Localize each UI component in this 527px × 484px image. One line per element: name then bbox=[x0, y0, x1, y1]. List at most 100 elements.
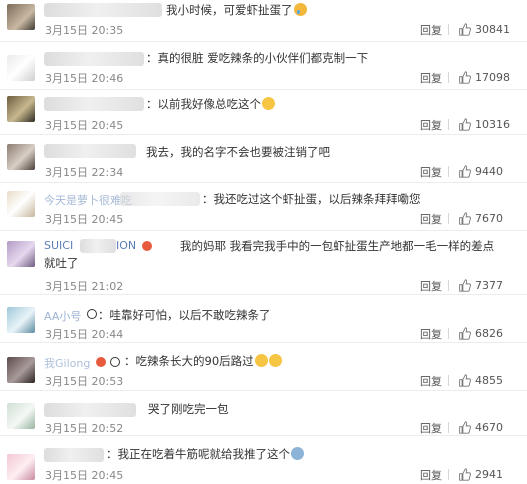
like-count: 7670 bbox=[475, 211, 503, 225]
reply-button[interactable]: 回复 bbox=[420, 467, 442, 483]
like-count: 4670 bbox=[475, 420, 503, 434]
thumbs-up-icon bbox=[459, 22, 471, 36]
comment-item: ：真的很脏 爱吃辣条的小伙伴们都克制一下 3月15日 20:46 回复 1709… bbox=[0, 42, 527, 90]
username[interactable]: AA小号 bbox=[44, 308, 81, 324]
avatar[interactable] bbox=[7, 191, 35, 217]
comment-list: 我小时候，可爱虾扯蛋了 3月15日 20:35 回复 30841 ：真的很脏 爱… bbox=[0, 0, 527, 484]
divider bbox=[448, 280, 449, 291]
thumbs-up-icon bbox=[459, 278, 471, 292]
timestamp: 3月15日 20:46 bbox=[45, 72, 124, 85]
avatar[interactable] bbox=[7, 55, 35, 81]
timestamp: 3月15日 20:44 bbox=[45, 328, 124, 341]
comment-text: ：真的很脏 爱吃辣条的小伙伴们都克制一下 bbox=[146, 51, 369, 65]
divider bbox=[448, 72, 449, 83]
avatar[interactable] bbox=[7, 241, 35, 267]
username-blurred[interactable] bbox=[44, 448, 104, 462]
timestamp: 3月15日 20:45 bbox=[45, 213, 124, 226]
thumbs-up-icon bbox=[459, 70, 471, 84]
like-count: 9440 bbox=[475, 164, 503, 178]
thumbs-up-icon bbox=[459, 326, 471, 340]
thumbs-up-icon bbox=[459, 467, 471, 481]
like-count: 7377 bbox=[475, 278, 503, 292]
thumbs-up-icon bbox=[459, 420, 471, 434]
thumbs-up-icon bbox=[459, 164, 471, 178]
like-button[interactable]: 7377 bbox=[458, 278, 503, 292]
like-button[interactable]: 30841 bbox=[458, 22, 510, 36]
username-blurred[interactable] bbox=[44, 403, 136, 417]
comment-text: ：我还吃过这个虾扯蛋，以后辣条拜拜嘞您 bbox=[202, 192, 421, 206]
crying-face-icon bbox=[293, 3, 307, 16]
divider bbox=[448, 166, 449, 177]
timestamp: 3月15日 21:02 bbox=[45, 280, 124, 293]
username-blurred[interactable] bbox=[44, 97, 144, 111]
like-button[interactable]: 4855 bbox=[458, 373, 503, 387]
comment-text: 我的妈耶 我看完我手中的一包虾扯蛋生产地都一毛一样的差点就吐了 bbox=[44, 239, 495, 270]
username-blurred[interactable] bbox=[44, 3, 162, 17]
like-button[interactable]: 6826 bbox=[458, 326, 503, 340]
timestamp: 3月15日 20:45 bbox=[45, 469, 124, 482]
comment-text: ：以前我好像总吃这个 bbox=[146, 96, 275, 113]
reply-button[interactable]: 回复 bbox=[420, 117, 442, 133]
reply-button[interactable]: 回复 bbox=[420, 326, 442, 342]
reply-button[interactable]: 回复 bbox=[420, 164, 442, 180]
like-count: 30841 bbox=[475, 22, 510, 36]
laughing-face-icon bbox=[254, 354, 268, 367]
thumbs-up-icon bbox=[459, 211, 471, 225]
panda-badge-icon bbox=[87, 309, 97, 319]
like-count: 2941 bbox=[475, 467, 503, 481]
reply-button[interactable]: 回复 bbox=[420, 22, 442, 38]
timestamp: 3月15日 20:45 bbox=[45, 119, 124, 132]
panda-badge-icon bbox=[110, 357, 120, 367]
username[interactable]: 我Gilong bbox=[44, 355, 90, 371]
avatar[interactable] bbox=[7, 96, 35, 122]
comment-item: SUICI ION 我的妈耶 我看完我手中的一包虾扯蛋生产地都一毛一样的差点就吐… bbox=[0, 231, 527, 295]
divider bbox=[448, 213, 449, 224]
username-blurred[interactable] bbox=[44, 144, 136, 158]
thumbs-up-icon bbox=[459, 117, 471, 131]
avatar[interactable] bbox=[7, 4, 35, 30]
comment-text: 我去，我的名字不会也要被注销了吧 bbox=[146, 145, 330, 159]
username[interactable]: 今天是萝卜很难吃 bbox=[44, 192, 132, 208]
avatar[interactable] bbox=[7, 144, 35, 170]
like-button[interactable]: 2941 bbox=[458, 467, 503, 481]
divider bbox=[448, 469, 449, 480]
like-button[interactable]: 10316 bbox=[458, 117, 510, 131]
divider bbox=[448, 328, 449, 339]
avatar[interactable] bbox=[7, 307, 35, 333]
comment-item: ：我正在吃着牛筋呢就给我推了这个 3月15日 20:45 回复 2941 bbox=[0, 436, 527, 484]
timestamp: 3月15日 20:53 bbox=[45, 375, 124, 388]
comment-item: 我去，我的名字不会也要被注销了吧 3月15日 22:34 回复 9440 bbox=[0, 135, 527, 183]
shocked-face-icon bbox=[291, 447, 304, 460]
avatar[interactable] bbox=[7, 403, 35, 429]
comment-text: ：吃辣条长大的90后路过 bbox=[124, 353, 282, 370]
like-button[interactable]: 17098 bbox=[458, 70, 510, 84]
like-count: 10316 bbox=[475, 117, 510, 131]
like-button[interactable]: 7670 bbox=[458, 211, 503, 225]
divider bbox=[448, 422, 449, 433]
comment-text: ：我正在吃着牛筋呢就给我推了这个 bbox=[106, 446, 304, 463]
reply-button[interactable]: 回复 bbox=[420, 373, 442, 389]
comment-item: 我小时候，可爱虾扯蛋了 3月15日 20:35 回复 30841 bbox=[0, 0, 527, 42]
like-count: 4855 bbox=[475, 373, 503, 387]
comment-text: ：哇靠好可怕，以后不敢吃辣条了 bbox=[98, 308, 271, 322]
comment-item: 我Gilong ：吃辣条长大的90后路过 3月15日 20:53 回复 4855 bbox=[0, 343, 527, 391]
timestamp: 3月15日 20:52 bbox=[45, 422, 124, 435]
thumbs-up-icon bbox=[459, 373, 471, 387]
divider bbox=[448, 119, 449, 130]
comment-text: 我小时候，可爱虾扯蛋了 bbox=[166, 2, 307, 19]
like-button[interactable]: 9440 bbox=[458, 164, 503, 178]
like-count: 17098 bbox=[475, 70, 510, 84]
username-blurred[interactable] bbox=[120, 192, 200, 206]
reply-button[interactable]: 回复 bbox=[420, 420, 442, 436]
comment-item: 哭了刚吃完一包 3月15日 20:52 回复 4670 bbox=[0, 391, 527, 436]
vip-badge-icon bbox=[96, 357, 106, 367]
reply-button[interactable]: 回复 bbox=[420, 70, 442, 86]
timestamp: 3月15日 22:34 bbox=[45, 166, 124, 179]
comment-item: 今天是萝卜很难吃 ：我还吃过这个虾扯蛋，以后辣条拜拜嘞您 3月15日 20:45… bbox=[0, 183, 527, 231]
like-button[interactable]: 4670 bbox=[458, 420, 503, 434]
username-blurred[interactable] bbox=[44, 52, 144, 66]
avatar[interactable] bbox=[7, 454, 35, 480]
reply-button[interactable]: 回复 bbox=[420, 211, 442, 227]
avatar[interactable] bbox=[7, 357, 35, 383]
reply-button[interactable]: 回复 bbox=[420, 278, 442, 294]
